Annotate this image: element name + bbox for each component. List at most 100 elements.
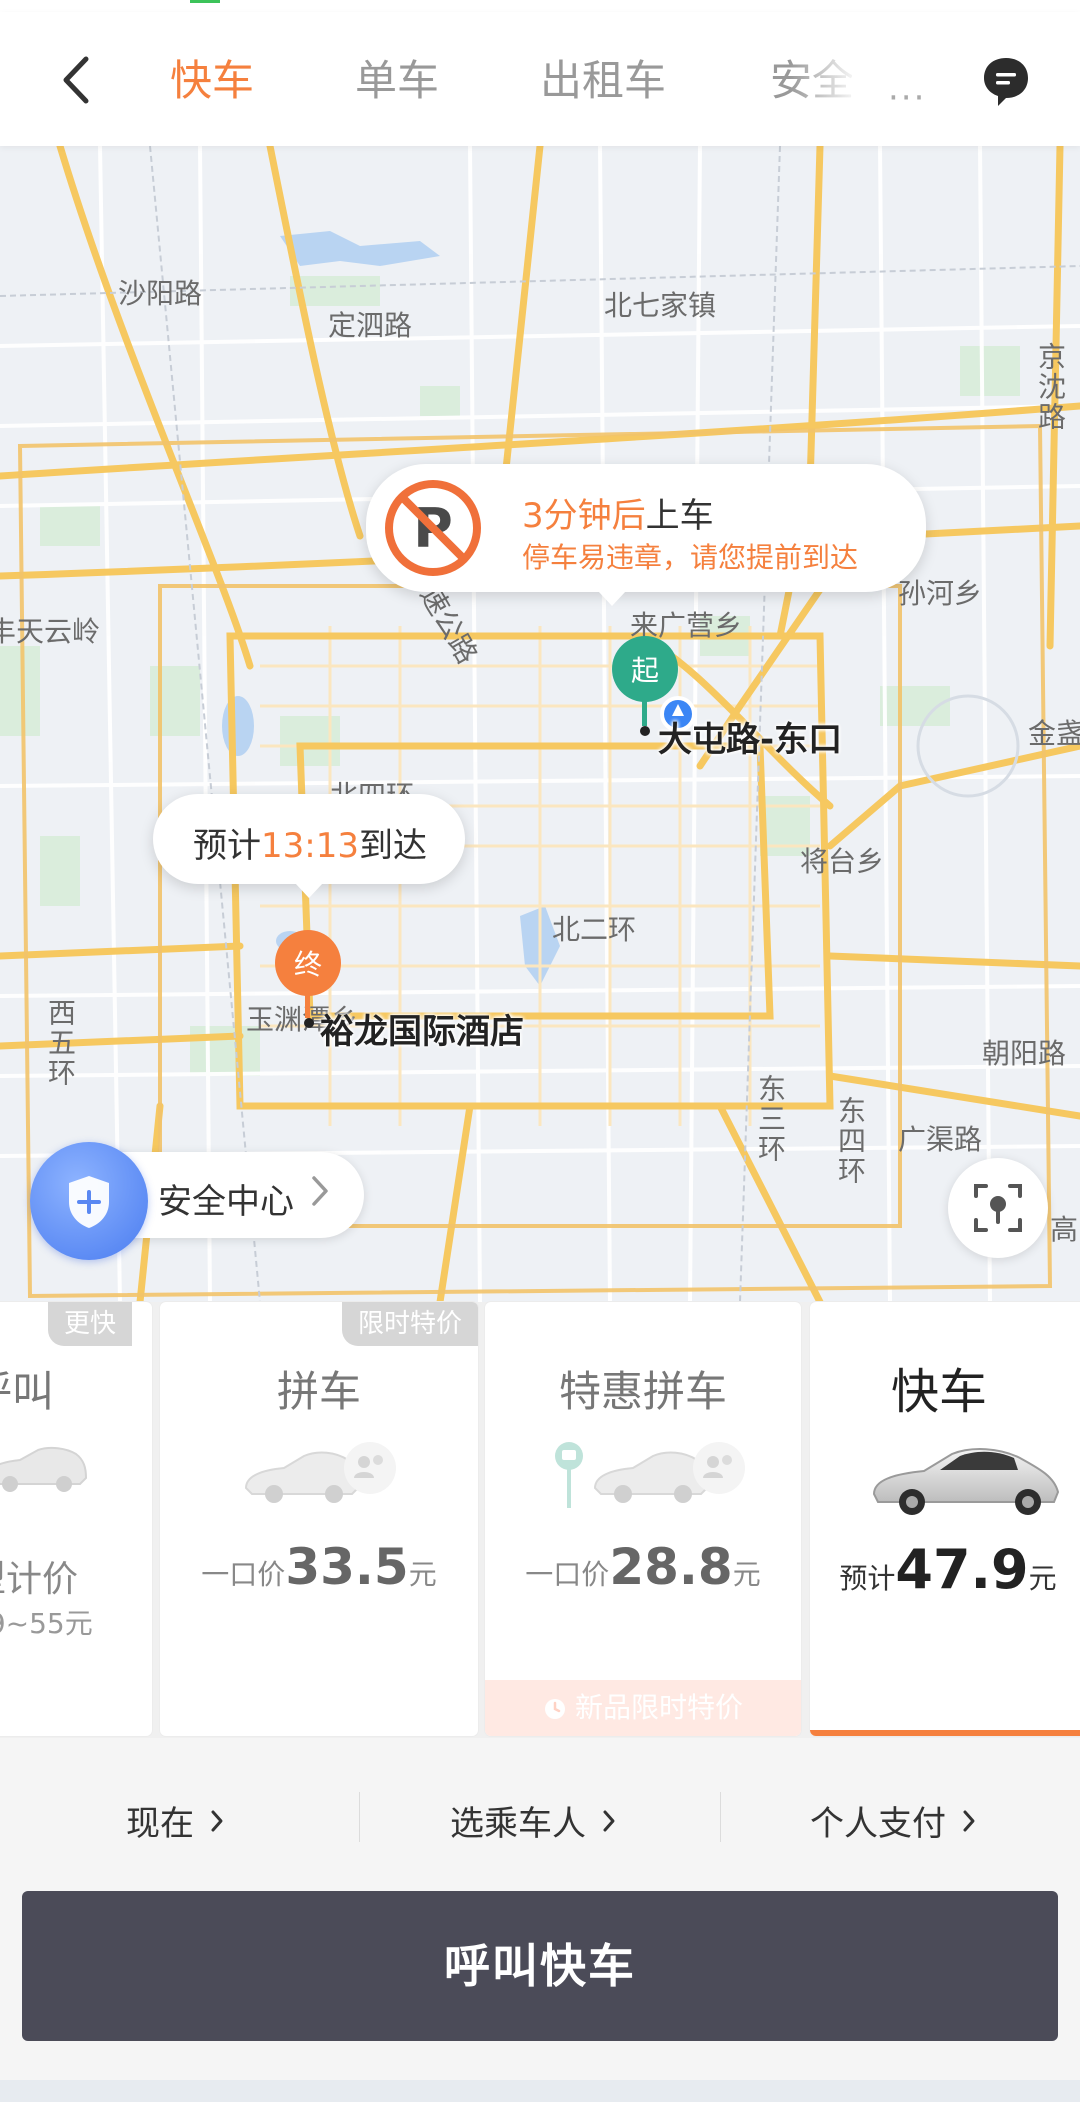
price-unit: 元 (408, 1558, 437, 1591)
map-label: 孙河乡 (898, 577, 983, 610)
car-icon (872, 1448, 1060, 1515)
price-unit: 元 (732, 1558, 761, 1591)
promo-text: 新品限时特价 (574, 1691, 743, 1724)
map-label: 西五环 (44, 998, 77, 1088)
safety-shield-icon (30, 1142, 148, 1260)
departure-time-label: 现在 (126, 1804, 194, 1844)
map-label: 沙阳路 (118, 277, 203, 310)
passenger-label: 选乘车人 (450, 1804, 586, 1844)
card-price-range: 29~55元 (0, 1607, 93, 1640)
map-label: 将台乡 (800, 845, 885, 878)
ride-card-express[interactable]: 快车 预计47.9元 (810, 1302, 1080, 1736)
eta-time: 13:13 (261, 826, 359, 866)
price-value: 47.9 (895, 1538, 1029, 1601)
destination-place-label: 裕龙国际酒店 (320, 1012, 524, 1052)
map-label: 金盏 (1028, 717, 1080, 750)
price-prefix: 一口价 (525, 1558, 610, 1591)
divider (720, 1792, 721, 1842)
map-label: 东四环 (834, 1096, 867, 1186)
eta-suffix: 到达 (358, 826, 427, 866)
card-price: 预计47.9元 (810, 1538, 1080, 1601)
map-view[interactable]: 沙阳路 定泗路 北七家镇 京沈路 丰天云岭 孙河乡 来广营乡 金盏 北四环 将台… (0, 146, 1080, 1302)
pickup-minutes: 3分钟后 (522, 496, 646, 536)
pickup-dot (640, 726, 650, 736)
status-indicator (190, 0, 220, 3)
map-label: 定泗路 (328, 309, 413, 342)
tab-fade (790, 52, 860, 122)
clock-icon (544, 1699, 565, 1719)
card-badge: 限时特价 (341, 1302, 478, 1346)
parking-warning: 停车易违章，请您提前到达 (522, 541, 859, 574)
chevron-right-icon (963, 1810, 975, 1831)
pickup-eta: 3分钟后上车 (522, 488, 714, 537)
no-parking-icon: P (385, 480, 481, 576)
ride-card-call[interactable]: 更快 呼叫 型计价 29~55元 (0, 1302, 152, 1736)
map-label: 北七家镇 (604, 289, 717, 322)
map-label: 丰天云岭 (0, 615, 101, 648)
chevron-right-icon (211, 1810, 223, 1831)
locate-icon (974, 1184, 1022, 1232)
promo-banner: 新品限时特价 (485, 1680, 801, 1736)
card-badge: 更快 (47, 1302, 132, 1346)
carpool-car-icon (244, 1442, 396, 1503)
departure-time-option[interactable]: 现在 (126, 1796, 224, 1845)
pickup-info-bubble: P 3分钟后上车 停车易违章，请您提前到达 (366, 464, 926, 606)
map-label: 北二环 (552, 913, 637, 946)
passenger-option[interactable]: 选乘车人 (450, 1796, 616, 1845)
card-name: 快车 (890, 1364, 987, 1420)
safety-center-label: 安全中心 (158, 1182, 294, 1222)
chevron-right-icon (603, 1810, 615, 1831)
payment-label: 个人支付 (810, 1804, 946, 1844)
car-icon (0, 1446, 88, 1492)
tab-taxi[interactable]: 出租车 (540, 47, 666, 108)
pickup-pin[interactable]: 起 (612, 636, 678, 702)
map-label: 朝阳路 (982, 1037, 1067, 1070)
map-label: 东三环 (754, 1074, 787, 1164)
ride-settings: 现在 选乘车人 个人支付 (0, 1738, 1080, 1888)
card-price: 一口价33.5元 (160, 1538, 478, 1596)
card-pricing-type: 型计价 (0, 1559, 79, 1600)
payment-option[interactable]: 个人支付 (810, 1796, 976, 1845)
message-icon (984, 58, 1028, 106)
locate-button[interactable] (948, 1158, 1048, 1258)
tab-express[interactable]: 快车 (170, 47, 254, 108)
shield-icon (69, 1176, 109, 1228)
safety-center-button[interactable]: 安全中心 (30, 1142, 364, 1260)
tab-bike[interactable]: 单车 (355, 47, 439, 108)
price-value: 28.8 (609, 1538, 733, 1596)
more-tabs-button[interactable]: ··· (888, 78, 926, 118)
map-label: 高 (1050, 1213, 1079, 1246)
ride-card-discount-carpool[interactable]: 特惠拼车 一口价28.8元 新品限时特价 (485, 1302, 801, 1736)
eta-bubble: 预计13:13到达 (153, 794, 465, 898)
message-button[interactable] (982, 56, 1030, 106)
ride-card-carpool[interactable]: 限时特价 拼车 一口价33.5元 (160, 1302, 478, 1736)
card-name: 拼车 (276, 1367, 361, 1416)
back-arrow-icon (63, 56, 89, 104)
card-name: 呼叫 (0, 1367, 55, 1416)
selected-indicator (810, 1730, 1080, 1736)
card-name: 特惠拼车 (558, 1367, 727, 1416)
destination-pin-stem (305, 990, 310, 1018)
map-label: 京沈路 (1034, 342, 1067, 432)
map-label: 广渠路 (898, 1123, 983, 1156)
price-unit: 元 (1028, 1562, 1057, 1595)
destination-dot (304, 1018, 314, 1028)
card-price: 一口价28.8元 (485, 1538, 801, 1596)
bottom-map-edge (0, 2080, 1080, 2102)
pickup-pin-stem (642, 696, 647, 726)
ride-options: 更快 呼叫 型计价 29~55元 限时特价 拼车 一口价33.5元 特惠拼车 (0, 1302, 1080, 1738)
eta-prefix: 预计 (193, 826, 261, 866)
call-ride-button[interactable]: 呼叫快车 (22, 1891, 1058, 2041)
pickup-eta-rest: 上车 (645, 496, 714, 536)
carpool-car-icon (555, 1442, 745, 1508)
price-value: 33.5 (285, 1538, 409, 1596)
chevron-right-icon (312, 1176, 328, 1206)
top-bar: 快车 单车 出租车 安全 ··· (0, 12, 1080, 146)
pickup-place-label: 大屯路-东口 (658, 720, 843, 760)
destination-pin[interactable]: 终 (275, 930, 341, 996)
back-button[interactable] (50, 50, 100, 110)
price-prefix: 预计 (839, 1562, 896, 1595)
eta-text: 预计13:13到达 (193, 818, 427, 867)
divider (359, 1792, 360, 1842)
price-prefix: 一口价 (201, 1558, 286, 1591)
